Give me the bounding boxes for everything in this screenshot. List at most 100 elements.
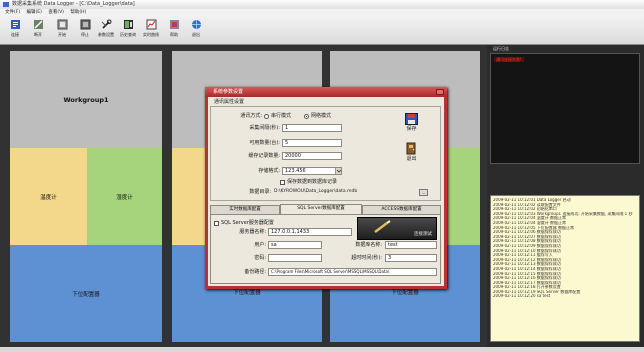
window-title: 数据采集系统 Data Logger - [C:\Data_Logger\dat…	[12, 1, 135, 7]
radio-network[interactable]	[304, 114, 309, 119]
save-to-db-label: 保存数据到数据库记录	[287, 179, 338, 185]
format-label: 存储格式:	[258, 168, 280, 174]
connect-test-button[interactable]: 连接测试	[357, 217, 437, 240]
status-bar	[0, 347, 644, 352]
exit-label: 退出	[406, 156, 417, 162]
sql-enable-checkbox[interactable]	[214, 221, 219, 226]
browse-button[interactable]: ...	[419, 189, 428, 196]
connect-button[interactable]: 连接	[4, 19, 26, 43]
log-line: 2009-02-11 10:12:20 sa test	[493, 294, 551, 299]
exit-button[interactable]: 退出	[185, 19, 207, 43]
database-input[interactable]: test	[385, 241, 437, 249]
interval-label: 采集间隔(秒):	[249, 125, 280, 131]
query-label: 历史查询	[120, 32, 136, 37]
device-label: 下位配置器	[233, 290, 261, 296]
server-input[interactable]: 127.0.0.1,1433	[268, 228, 352, 236]
start-label: 开始	[58, 32, 66, 37]
disconnect-label: 断开	[34, 32, 42, 37]
connect-icon	[10, 20, 20, 29]
disconnect-button[interactable]: 断开	[27, 19, 49, 43]
backup-path-label: 备份路径:	[244, 269, 266, 275]
workgroup-panel-1: Workgroup1 温度计 湿度计 下位配置器	[10, 51, 162, 342]
exit-door-icon	[406, 142, 416, 155]
dialog-title-bar[interactable]: 系统参数设置	[205, 87, 447, 97]
device-tile-bottom[interactable]: 下位配置器	[10, 245, 162, 342]
cache-size-label: 缓存记录数量:	[248, 153, 280, 159]
alert-message: 通讯连接失败!	[494, 57, 524, 62]
exit-icon	[191, 20, 201, 29]
save-to-db-checkbox[interactable]	[280, 180, 285, 185]
device-tile-right[interactable]: 湿度计	[87, 148, 162, 245]
group-title: 通讯属性设置	[213, 98, 246, 106]
app-icon	[3, 2, 9, 7]
timeout-input[interactable]: 3	[385, 254, 437, 262]
curve-icon	[146, 19, 156, 30]
device-tile-left[interactable]: 温度计	[10, 148, 87, 245]
dialog-title: 系统参数设置	[213, 89, 244, 95]
save-button[interactable]: 保存	[404, 113, 419, 135]
save-icon	[405, 113, 418, 125]
backup-path-input[interactable]: C:\Program Files\Microsoft SQL Server\MS…	[268, 268, 437, 276]
log-panel: 运行日志 通讯连接失败! 2009-02-11 10:12:01 Data Lo…	[487, 45, 644, 347]
connect-test-label: 连接测试	[414, 232, 432, 237]
sql-enable-label: SQL Server服务器配置	[221, 220, 274, 226]
help-icon	[169, 20, 179, 29]
settings-label: 参数设置	[98, 32, 114, 37]
password-input[interactable]	[268, 254, 322, 262]
radio-serial-label[interactable]: 串行模式	[271, 112, 291, 120]
menu-bar: 文件(F) 编辑(E) 查看(V) 帮助(H)	[0, 9, 644, 16]
query-button[interactable]: 历史查询	[117, 19, 139, 43]
tab-realtime-db[interactable]: 实时数据库配置	[210, 205, 280, 214]
user-label: 用户:	[254, 242, 266, 248]
radio-network-label[interactable]: 网络模式	[311, 112, 331, 120]
password-label: 密码:	[254, 255, 266, 261]
stop-button[interactable]: 停止	[74, 19, 96, 43]
device-label: 湿度计	[116, 194, 133, 201]
settings-button[interactable]: 参数设置	[95, 19, 117, 43]
user-input[interactable]: sa	[268, 241, 322, 249]
menu-file[interactable]: 文件(F)	[5, 9, 20, 16]
close-icon[interactable]	[436, 89, 444, 95]
tab-sqlserver-db[interactable]: SQL Server数据库配置	[280, 204, 362, 214]
database-label: 数据库名称:	[355, 242, 382, 248]
workgroup-title: Workgroup1	[63, 95, 109, 104]
timeout-label: 超时时间(秒):	[351, 255, 382, 261]
format-select[interactable]: 123.456	[282, 167, 342, 175]
log-list[interactable]: 2009-02-11 10:12:01 Data Logger 启动 2009-0…	[490, 195, 640, 342]
workgroup-header[interactable]: Workgroup1	[10, 51, 162, 148]
toolbar: 连接 断开 开始 停止 参数设置 历史查询 实时曲线 帮助 退出	[0, 16, 644, 45]
stop-icon	[80, 19, 90, 30]
settings-dialog: 系统参数设置 通讯属性设置 通讯方式: 串行模式 网络模式 采集间隔(秒): 1…	[205, 87, 447, 289]
save-label: 保存	[406, 126, 417, 132]
menu-help[interactable]: 帮助(H)	[70, 9, 86, 16]
settings-icon	[101, 19, 111, 29]
stop-label: 停止	[81, 32, 89, 37]
disconnect-icon	[33, 20, 43, 29]
data-dir-value: D:\KYROWOU\Data_Logger\data.mdb	[274, 189, 358, 194]
connect-label: 连接	[11, 32, 19, 37]
start-button[interactable]: 开始	[51, 19, 73, 43]
window-title-bar: 数据采集系统 Data Logger - [C:\Data_Logger\dat…	[0, 0, 644, 9]
device-label: 下位配置器	[72, 291, 100, 298]
device-label: 下位配置器	[391, 290, 419, 296]
device-count-input[interactable]: 5	[282, 139, 342, 147]
cache-size-input[interactable]: 20000	[282, 152, 342, 160]
help-label: 帮助	[170, 32, 178, 37]
curve-label: 实时曲线	[143, 32, 159, 37]
help-button[interactable]: 帮助	[163, 19, 185, 43]
exit-label: 退出	[192, 32, 200, 37]
menu-edit[interactable]: 编辑(E)	[27, 9, 42, 16]
wand-icon	[374, 220, 391, 233]
alert-output[interactable]: 通讯连接失败!	[490, 53, 640, 164]
curve-button[interactable]: 实时曲线	[140, 19, 162, 43]
radio-serial[interactable]	[264, 114, 269, 119]
start-icon	[57, 19, 67, 30]
dialog-exit-button[interactable]: 退出	[404, 142, 419, 166]
data-dir-label: 数据目录:	[249, 189, 271, 195]
server-label: 服务器名称:	[239, 229, 266, 235]
menu-view[interactable]: 查看(V)	[48, 9, 64, 16]
tab-access-db[interactable]: ACCESS数据库配置	[362, 205, 441, 214]
query-icon	[123, 20, 133, 29]
interval-input[interactable]: 1	[282, 124, 342, 132]
chevron-down-icon[interactable]	[335, 168, 342, 174]
